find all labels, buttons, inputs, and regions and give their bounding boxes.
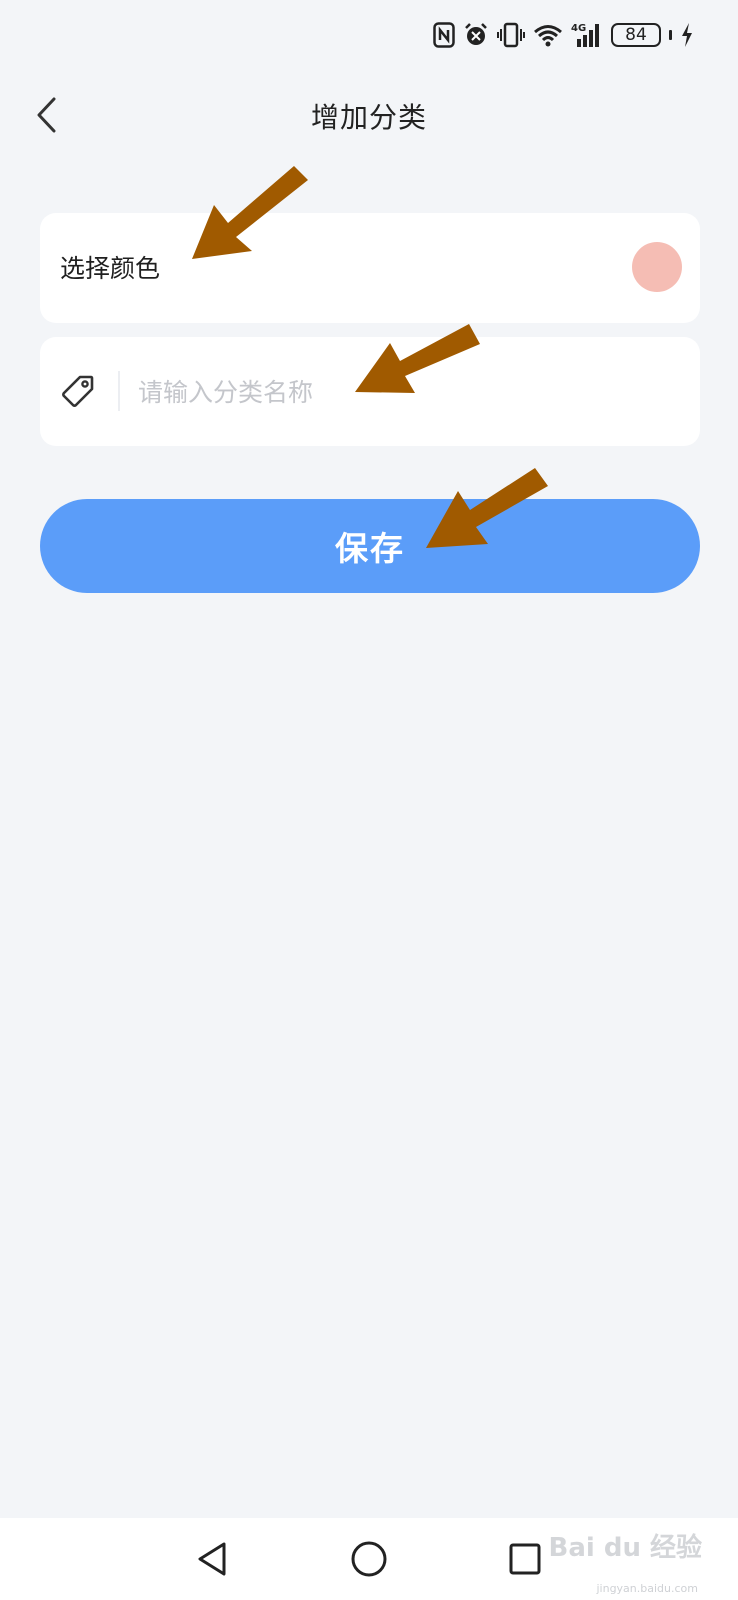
wifi-icon xyxy=(533,23,563,47)
color-swatch[interactable] xyxy=(632,242,682,292)
color-picker-row[interactable]: 选择颜色 xyxy=(40,213,700,323)
watermark-url: jingyan.baidu.com xyxy=(596,1582,698,1595)
vibrate-icon xyxy=(497,22,525,48)
save-button[interactable]: 保存 xyxy=(40,499,700,593)
header: 增加分类 xyxy=(0,80,738,150)
category-name-input[interactable] xyxy=(138,367,658,417)
status-bar: 4G 84 xyxy=(0,0,738,72)
nfc-icon xyxy=(433,22,455,48)
home-circle-icon xyxy=(351,1541,387,1577)
back-triangle-icon xyxy=(198,1542,226,1576)
nav-back-button[interactable] xyxy=(187,1536,237,1582)
tag-icon xyxy=(62,375,94,407)
network-type-label: 4G xyxy=(571,23,586,34)
input-divider xyxy=(118,371,120,411)
watermark-logo: Bai du 经验 xyxy=(548,1533,703,1563)
status-icons: 4G 84 xyxy=(433,20,694,50)
nav-home-button[interactable] xyxy=(344,1536,394,1582)
recent-square-icon xyxy=(509,1543,541,1575)
page-title: 增加分类 xyxy=(310,101,427,134)
alarm-icon xyxy=(463,22,489,48)
signal-icon: 4G xyxy=(571,22,603,48)
battery-level: 84 xyxy=(625,24,647,45)
battery-icon: 84 xyxy=(611,23,661,47)
color-picker-label: 选择颜色 xyxy=(60,254,161,283)
battery-tip xyxy=(669,30,672,40)
charging-icon xyxy=(680,22,694,48)
category-name-row xyxy=(40,337,700,446)
nav-recent-button[interactable] xyxy=(500,1536,550,1582)
